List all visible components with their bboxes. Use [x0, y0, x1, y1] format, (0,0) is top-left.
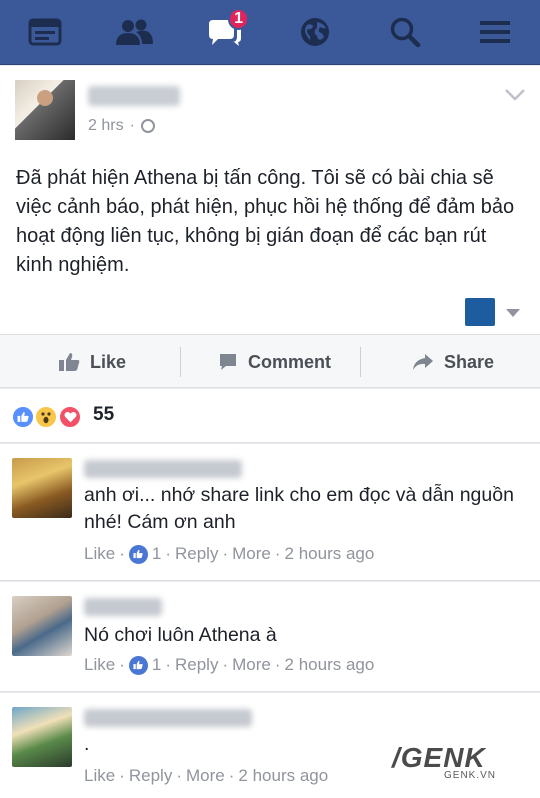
comment-text: anh ơi... nhớ share link cho em đọc và d…: [84, 484, 514, 533]
genk-watermark: /GENK GENK.VN: [392, 742, 522, 782]
audience-square-icon[interactable]: [465, 298, 495, 326]
share-arrow-icon: [413, 354, 433, 370]
comment-meta: Like · 1 · Reply · More · 2 hours ago: [84, 544, 375, 564]
reaction-count: 55: [93, 404, 115, 425]
thumbs-up-icon: [59, 353, 80, 371]
share-button-label: Share: [444, 351, 495, 372]
comment-like-count: 1: [151, 544, 162, 563]
comment-like-link[interactable]: Like: [84, 655, 115, 675]
reactions-summary[interactable]: 55: [0, 389, 540, 443]
comment-like-link[interactable]: Like: [84, 544, 115, 564]
commenter-name-redacted[interactable]: [84, 460, 242, 478]
post-card: 2 hrs · Đã phát hiện Athena bị tấn công.…: [0, 66, 540, 334]
comment-more-link[interactable]: More: [232, 544, 271, 564]
love-reaction-icon: [58, 405, 82, 429]
comment-item: anh ơi... nhớ share link cho em đọc và d…: [0, 444, 540, 581]
comment-button[interactable]: Comment: [218, 335, 331, 389]
public-globe-icon: [140, 119, 155, 133]
commenter-avatar[interactable]: [12, 596, 72, 656]
friends-icon[interactable]: [114, 14, 154, 50]
action-divider: [360, 347, 361, 377]
like-reaction-icon: [11, 405, 35, 429]
share-button[interactable]: Share: [412, 335, 494, 389]
post-action-bar: Like Comment Share: [0, 334, 540, 388]
comment-more-link[interactable]: More: [186, 766, 225, 786]
action-divider: [180, 347, 181, 377]
comment-button-label: Comment: [248, 351, 332, 372]
like-button[interactable]: Like: [58, 335, 126, 389]
comment-text: Nó chơi luôn Athena à: [84, 624, 277, 646]
commenter-avatar[interactable]: [12, 458, 72, 518]
caret-down-icon[interactable]: [506, 309, 520, 317]
menu-icon[interactable]: [475, 14, 515, 50]
like-count-icon: [128, 544, 148, 564]
comment-time[interactable]: 2 hours ago: [238, 766, 328, 786]
post-timestamp[interactable]: 2 hrs ·: [88, 117, 155, 135]
chevron-down-icon[interactable]: [504, 88, 526, 107]
comment-reply-link[interactable]: Reply: [175, 655, 218, 675]
feed-icon[interactable]: [25, 14, 65, 50]
like-button-label: Like: [90, 351, 127, 372]
comment-icon: [220, 354, 236, 370]
comment-like-count: 1: [151, 655, 162, 674]
wow-reaction-icon: [34, 405, 58, 429]
comment-reply-link[interactable]: Reply: [129, 766, 172, 786]
comment-more-link[interactable]: More: [232, 655, 271, 675]
post-time-label: 2 hrs: [88, 117, 124, 134]
commenter-name-redacted[interactable]: [84, 598, 162, 616]
author-name-redacted[interactable]: [88, 86, 180, 106]
comment-item: Nó chơi luôn Athena à Like · 1 · Reply ·…: [0, 582, 540, 692]
like-count-icon: [128, 655, 148, 675]
notification-badge: 1: [228, 8, 249, 30]
top-nav-bar: 1: [0, 0, 540, 65]
commenter-avatar[interactable]: [12, 707, 72, 767]
watermark-site: GENK.VN: [444, 770, 497, 781]
comment-meta: Like · 1 · Reply · More · 2 hours ago: [84, 655, 375, 675]
comment-reply-link[interactable]: Reply: [175, 544, 218, 564]
search-icon[interactable]: [385, 14, 425, 50]
post-body-text: Đã phát hiện Athena bị tấn công. Tôi sẽ …: [16, 167, 515, 276]
comment-meta: Like · Reply · More · 2 hours ago: [84, 766, 329, 786]
globe-icon[interactable]: [295, 14, 335, 50]
comment-time[interactable]: 2 hours ago: [285, 544, 375, 564]
author-avatar[interactable]: [15, 80, 75, 140]
comment-like-link[interactable]: Like: [84, 766, 115, 786]
messages-icon[interactable]: 1: [205, 8, 249, 50]
watermark-brand: /GENK: [392, 742, 486, 773]
comment-time[interactable]: 2 hours ago: [285, 655, 375, 675]
commenter-name-redacted[interactable]: [84, 709, 252, 727]
